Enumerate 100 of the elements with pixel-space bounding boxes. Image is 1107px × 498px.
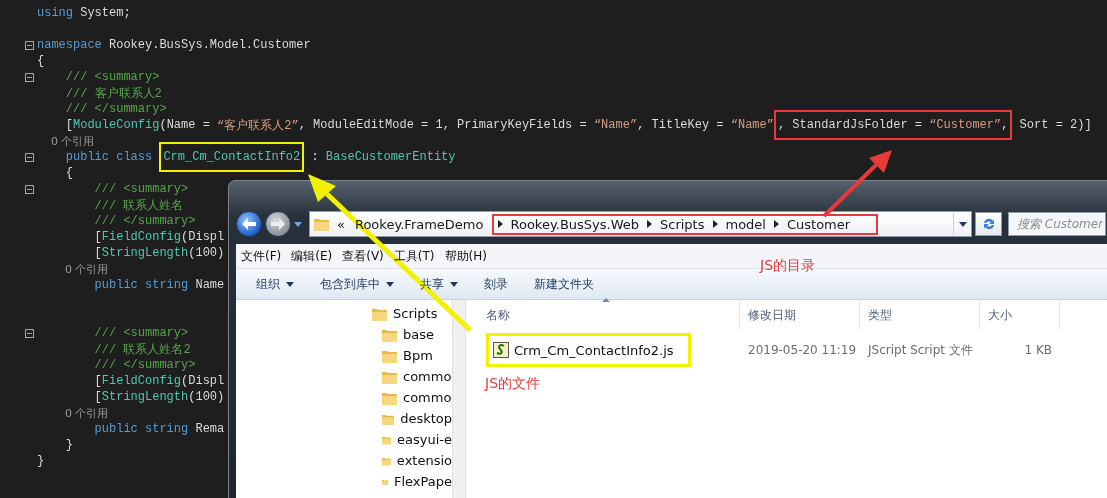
code-text: StringLength (101, 246, 189, 260)
code-text: public string (93, 278, 189, 292)
tree-item[interactable]: FlexPape (372, 471, 452, 492)
folder-label: FlexPape (393, 474, 452, 489)
reference-count: 0 个引用 (50, 133, 95, 149)
tree-item[interactable]: commo (372, 387, 452, 408)
folder-icon (314, 217, 329, 231)
refresh-icon (981, 217, 996, 231)
folder-label: commo (403, 369, 452, 384)
tree-item[interactable]: Scripts (372, 303, 452, 324)
folder-icon (372, 306, 387, 321)
reference-count: 0 个引用 (63, 405, 109, 421)
forward-button[interactable] (265, 211, 291, 237)
code-text: public string (93, 422, 189, 436)
code-text: [ (64, 118, 73, 132)
folder-label: desktop (400, 411, 452, 426)
collapse-icon[interactable] (25, 184, 34, 194)
file-name[interactable]: Crm_Cm_ContactInfo2.js (486, 333, 691, 367)
code-text: (100) (188, 390, 225, 404)
code-text: “Name” (593, 118, 638, 132)
code-comment: /// <summary> (93, 326, 189, 340)
tree-item[interactable]: extensio (372, 450, 452, 471)
toolbar-button[interactable]: 新建文件夹 (524, 271, 604, 297)
code-text: (Name = (159, 118, 211, 132)
code-text: “Customer” (929, 118, 1002, 132)
folder-icon (382, 348, 397, 363)
code-text: Rema (194, 422, 225, 436)
caret-icon (958, 221, 967, 227)
code-comment: /// 客户联系人2 (64, 85, 162, 102)
tree-item[interactable]: desktop (372, 408, 452, 429)
annotation-text: JS的目录 (760, 257, 815, 275)
code-text: } (64, 438, 73, 452)
breadcrumb-item[interactable]: model (723, 216, 768, 232)
code-text: , StandardJsFolder = (777, 118, 923, 132)
toolbar-button[interactable]: 刻录 (474, 271, 518, 297)
separator-arrow-icon (647, 220, 652, 228)
code-text: [ (93, 230, 102, 244)
tree-item[interactable]: commo (372, 366, 452, 387)
sort-caret-icon (602, 298, 610, 302)
toolbar-button[interactable]: 组织 (246, 271, 304, 297)
toolbar-button[interactable]: 包含到库中 (310, 271, 404, 297)
file-type: JScript Script 文件 (866, 341, 974, 359)
menu-item[interactable]: 编辑(E) (286, 247, 338, 265)
forward-arrow-icon (271, 218, 285, 230)
scrollbar[interactable] (452, 300, 465, 498)
menu-item[interactable]: 查看(V) (337, 247, 389, 265)
collapse-icon[interactable] (25, 72, 34, 82)
breadcrumb-item[interactable]: Customer (785, 216, 853, 232)
code-text: (100) (188, 246, 225, 260)
back-arrow-icon (242, 218, 256, 230)
code-text: ModuleConfig (73, 118, 160, 132)
tree-item[interactable]: base (372, 324, 452, 345)
code-text: : (310, 150, 320, 164)
code-text: } (37, 454, 45, 468)
column-header[interactable]: 类型 (860, 300, 980, 330)
code-text: , (1001, 118, 1009, 132)
annotation-text: JS的文件 (485, 375, 540, 393)
collapse-icon[interactable] (25, 328, 34, 338)
code-comment: /// 联系人姓名 (93, 197, 184, 214)
code-text: BaseCustomerEntity (325, 150, 456, 164)
code-text: (Displ (181, 230, 225, 244)
code-text: , TitleKey = (637, 118, 725, 132)
code-comment: /// </summary> (93, 358, 196, 372)
code-text: StringLength (101, 390, 189, 404)
code-text: “Name” (730, 118, 774, 132)
folder-icon (382, 390, 397, 405)
history-caret-icon[interactable] (294, 221, 302, 227)
refresh-button[interactable] (975, 212, 1002, 236)
menu-item[interactable]: 工具(T) (388, 247, 440, 265)
menu-item[interactable]: 文件(F) (236, 247, 287, 265)
menu-item[interactable]: 帮助(H) (439, 247, 492, 265)
code-comment: /// 联系人姓名2 (93, 341, 191, 358)
column-header[interactable]: 大小 (980, 300, 1060, 330)
code-text: (Displ (181, 374, 225, 388)
code-text: FieldConfig (101, 230, 182, 244)
tree-item[interactable]: easyui-e (372, 429, 452, 450)
folder-label: base (403, 327, 434, 342)
folder-icon (382, 369, 397, 384)
collapse-icon[interactable] (25, 40, 34, 50)
caret-icon (386, 281, 394, 287)
code-text: [ (93, 246, 102, 260)
code-text: { (37, 54, 45, 68)
code-text: public class (64, 150, 154, 164)
collapse-icon[interactable] (25, 152, 34, 162)
code-text: Sort = 2)] (1018, 118, 1092, 132)
code-text: System; (79, 6, 131, 20)
back-button[interactable] (236, 211, 262, 237)
file-size: 1 KB (1023, 342, 1053, 359)
breadcrumb-item[interactable]: Scripts (658, 216, 707, 232)
tree-item[interactable]: Bpm (372, 345, 452, 366)
code-text: [ (93, 374, 102, 388)
reference-count: 0 个引用 (63, 261, 109, 277)
overflow-chevron[interactable]: « (335, 216, 347, 232)
search-field[interactable]: 搜索 Customer (1008, 212, 1106, 236)
column-header[interactable]: 名称 (478, 300, 740, 330)
code-text: Rookey.BusSys.Model.Customer (108, 38, 311, 52)
breadcrumb-item[interactable]: Rookey.BusSys.Web (508, 216, 641, 232)
column-header[interactable]: 修改日期 (740, 300, 860, 330)
code-text: , ModuleEditMode = 1, PrimaryKeyFields = (298, 118, 588, 132)
code-text: { (64, 166, 73, 180)
